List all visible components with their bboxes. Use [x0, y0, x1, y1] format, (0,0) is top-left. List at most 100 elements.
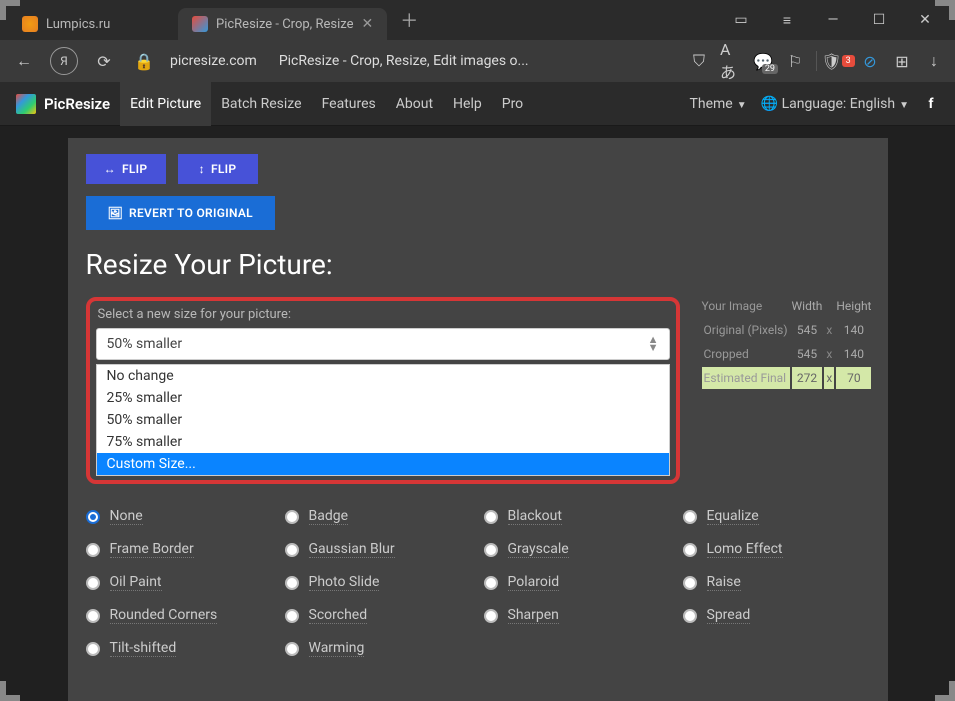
effect-option[interactable]: Tilt-shifted [86, 640, 273, 657]
swap-horizontal-icon: ↔ [104, 162, 116, 176]
effect-option[interactable]: Photo Slide [285, 574, 472, 591]
nav-features[interactable]: Features [312, 82, 386, 126]
yandex-icon[interactable]: Я [50, 47, 78, 75]
flip-vertical-button[interactable]: ↕FLIP [178, 154, 258, 184]
effect-label[interactable]: Photo Slide [309, 574, 380, 591]
radio-icon[interactable] [86, 642, 100, 656]
nav-batch-resize[interactable]: Batch Resize [211, 82, 311, 126]
bookmark-icon[interactable]: ⚐ [784, 50, 806, 72]
effect-option[interactable]: Warming [285, 640, 472, 657]
adblock-icon[interactable]: 🛡3 [827, 50, 849, 72]
effect-option[interactable]: Badge [285, 508, 472, 525]
translate-icon[interactable]: Aあ [720, 50, 742, 72]
option-no-change[interactable]: No change [97, 365, 669, 387]
comments-icon[interactable]: 💬29 [752, 50, 774, 72]
effect-option[interactable]: Spread [683, 607, 870, 624]
minimize-button[interactable]: — [811, 4, 855, 36]
shield-icon[interactable]: ⛉ [688, 50, 710, 72]
radio-icon[interactable] [86, 510, 100, 524]
effect-label[interactable]: Oil Paint [110, 574, 162, 591]
effect-label[interactable]: None [110, 508, 143, 525]
close-window-button[interactable]: ✕ [903, 4, 947, 36]
radio-icon[interactable] [285, 609, 299, 623]
effect-label[interactable]: Sharpen [508, 607, 559, 624]
nav-edit-picture[interactable]: Edit Picture [120, 82, 211, 126]
url-text[interactable]: picresize.com [170, 53, 257, 69]
new-tab-button[interactable]: ＋ [395, 6, 423, 34]
radio-icon[interactable] [285, 642, 299, 656]
radio-icon[interactable] [285, 510, 299, 524]
favicon-icon [192, 16, 208, 32]
option-50-smaller[interactable]: 50% smaller [97, 409, 669, 431]
option-custom-size[interactable]: Custom Size... [97, 453, 669, 475]
flip-horizontal-button[interactable]: ↔FLIP [86, 154, 166, 184]
window-panel-icon[interactable]: ▭ [719, 4, 763, 36]
radio-icon[interactable] [683, 543, 697, 557]
effect-label[interactable]: Grayscale [508, 541, 569, 558]
effect-option[interactable]: None [86, 508, 273, 525]
downloads-icon[interactable]: ↓ [923, 50, 945, 72]
browser-tab-inactive[interactable]: Lumpics.ru [8, 8, 178, 40]
radio-icon[interactable] [683, 510, 697, 524]
effect-label[interactable]: Rounded Corners [110, 607, 218, 624]
nav-about[interactable]: About [386, 82, 443, 126]
menu-icon[interactable]: ≡ [765, 4, 809, 36]
effect-label[interactable]: Equalize [707, 508, 759, 525]
effect-option[interactable]: Polaroid [484, 574, 671, 591]
section-title: Resize Your Picture: [86, 248, 870, 281]
effect-label[interactable]: Raise [707, 574, 741, 591]
radio-icon[interactable] [86, 576, 100, 590]
effect-option[interactable]: Rounded Corners [86, 607, 273, 624]
noscript-icon[interactable]: ⊘ [859, 50, 881, 72]
revert-button[interactable]: 🖼REVERT TO ORIGINAL [86, 196, 275, 230]
effect-option[interactable]: Frame Border [86, 541, 273, 558]
reload-button[interactable]: ⟳ [90, 47, 118, 75]
effect-option[interactable]: Sharpen [484, 607, 671, 624]
radio-icon[interactable] [86, 543, 100, 557]
radio-icon[interactable] [285, 576, 299, 590]
extensions-icon[interactable]: ⊞ [891, 50, 913, 72]
radio-icon[interactable] [683, 609, 697, 623]
effect-label[interactable]: Polaroid [508, 574, 560, 591]
radio-icon[interactable] [484, 576, 498, 590]
effect-label[interactable]: Warming [309, 640, 365, 657]
effect-label[interactable]: Tilt-shifted [110, 640, 177, 657]
close-icon[interactable]: ✕ [361, 16, 373, 32]
effect-option[interactable]: Raise [683, 574, 870, 591]
browser-tab-active[interactable]: PicResize - Crop, Resize ✕ [178, 8, 387, 40]
theme-dropdown[interactable]: Theme▼ [690, 96, 747, 112]
row-original: Original (Pixels) 545x140 [702, 319, 872, 341]
effect-option[interactable]: Gaussian Blur [285, 541, 472, 558]
effect-option[interactable]: Equalize [683, 508, 870, 525]
effect-label[interactable]: Badge [309, 508, 349, 525]
effect-option[interactable]: Blackout [484, 508, 671, 525]
logo[interactable]: PicResize [16, 94, 110, 114]
effect-option[interactable]: Grayscale [484, 541, 671, 558]
nav-pro[interactable]: Pro [492, 82, 533, 126]
lock-icon[interactable]: 🔒 [130, 47, 158, 75]
option-75-smaller[interactable]: 75% smaller [97, 431, 669, 453]
effect-label[interactable]: Scorched [309, 607, 368, 624]
effect-label[interactable]: Gaussian Blur [309, 541, 395, 558]
radio-icon[interactable] [285, 543, 299, 557]
option-25-smaller[interactable]: 25% smaller [97, 387, 669, 409]
effect-option[interactable]: Lomo Effect [683, 541, 870, 558]
effect-label[interactable]: Frame Border [110, 541, 194, 558]
radio-icon[interactable] [86, 609, 100, 623]
radio-icon[interactable] [484, 609, 498, 623]
language-dropdown[interactable]: 🌐 Language: English▼ [761, 96, 909, 112]
effect-option[interactable]: Scorched [285, 607, 472, 624]
maximize-button[interactable]: ☐ [857, 4, 901, 36]
size-select[interactable]: 50% smaller ▲▼ [96, 328, 670, 360]
facebook-icon[interactable]: f [923, 96, 939, 112]
select-value: 50% smaller [107, 336, 183, 352]
back-button[interactable]: ← [10, 47, 38, 75]
radio-icon[interactable] [484, 543, 498, 557]
effect-label[interactable]: Spread [707, 607, 751, 624]
effect-label[interactable]: Lomo Effect [707, 541, 783, 558]
radio-icon[interactable] [683, 576, 697, 590]
effect-option[interactable]: Oil Paint [86, 574, 273, 591]
nav-help[interactable]: Help [443, 82, 492, 126]
effect-label[interactable]: Blackout [508, 508, 562, 525]
radio-icon[interactable] [484, 510, 498, 524]
